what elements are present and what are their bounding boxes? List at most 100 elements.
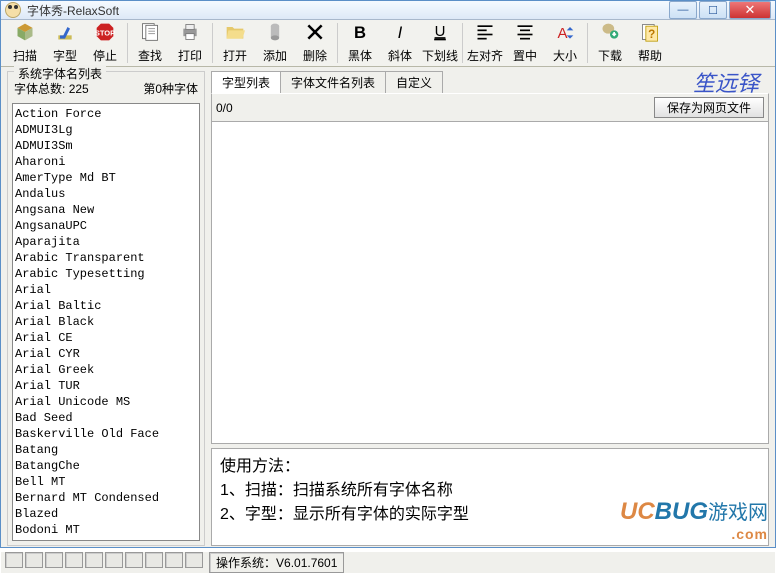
delete-button[interactable]: 删除 (295, 20, 335, 66)
status-well (125, 552, 143, 568)
toolbar-label: 大小 (553, 47, 577, 64)
font-list-item[interactable]: Bodoni MT (15, 522, 197, 538)
os-version-box: 操作系统：V6.01.7601 (209, 552, 344, 573)
font-list-item[interactable]: Arial Greek (15, 362, 197, 378)
font-total-label: 字体总数: 225 (14, 80, 89, 97)
italic-icon: I (390, 22, 410, 45)
toolbar-label: 帮助 (638, 47, 662, 64)
toolbar-label: 下载 (598, 47, 622, 64)
font-list-item[interactable]: Bernard MT Condensed (15, 490, 197, 506)
delete-icon (305, 22, 325, 45)
font-list-item[interactable]: Arabic Typesetting (15, 266, 197, 282)
status-well (5, 552, 23, 568)
underline-button[interactable]: U下划线 (420, 20, 460, 66)
status-well (25, 552, 43, 568)
toolbar-label: 左对齐 (467, 47, 503, 64)
font-list-item[interactable]: ADMUI3Sm (15, 138, 197, 154)
svg-text:U: U (435, 23, 446, 40)
font-list-item[interactable]: Arial Baltic (15, 298, 197, 314)
toolbar-label: 打开 (223, 47, 247, 64)
font-list-item[interactable]: Bad Seed (15, 410, 197, 426)
font-list-item[interactable]: Batang (15, 442, 197, 458)
status-well (65, 552, 83, 568)
tab-custom[interactable]: 自定义 (385, 71, 443, 93)
statusbar: 操作系统：V6.01.7601 (1, 552, 775, 573)
font-list-item[interactable]: Blazed (15, 506, 197, 522)
minimize-button[interactable]: — (669, 1, 697, 19)
sub-toolbar: 0/0 保存为网页文件 (211, 93, 769, 122)
toolbar-label: 查找 (138, 47, 162, 64)
open-icon (225, 22, 245, 45)
titlebar: 字体秀-RelaxSoft — ☐ ✕ (1, 1, 775, 20)
font-listbox[interactable]: Action ForceADMUI3LgADMUI3SmAharoniAmerT… (12, 103, 200, 541)
tabbar: 字型列表字体文件名列表自定义笙远铎 (211, 71, 769, 93)
toolbar-label: 停止 (93, 47, 117, 64)
font-list-item[interactable]: Arial Black (15, 314, 197, 330)
font-list-item[interactable]: Aparajita (15, 234, 197, 250)
fonttype-button[interactable]: 字型 (45, 20, 85, 66)
maximize-button[interactable]: ☐ (699, 1, 727, 19)
status-well (185, 552, 203, 568)
instructions-box: 使用方法： 1、扫描：扫描系统所有字体名称 2、字型：显示所有字体的实际字型 (211, 448, 769, 546)
status-well (105, 552, 123, 568)
size-button[interactable]: A 大小 (545, 20, 585, 66)
toolbar: 扫描字型STOP停止查找打印 打开添加删除B黑体I斜体U下划线左对齐置中 A 大小 下载… (1, 20, 775, 67)
font-list-item[interactable]: Arial TUR (15, 378, 197, 394)
status-well (85, 552, 103, 568)
toolbar-label: 打印 (178, 47, 202, 64)
font-list-item[interactable]: Andalus (15, 186, 197, 202)
underline-icon: U (430, 22, 450, 45)
toolbar-label: 黑体 (348, 47, 372, 64)
font-list-item[interactable]: AngsanaUPC (15, 218, 197, 234)
tab-fonttype-list[interactable]: 字型列表 (211, 71, 281, 93)
add-icon (265, 22, 285, 45)
add-button[interactable]: 添加 (255, 20, 295, 66)
status-well (45, 552, 63, 568)
toolbar-label: 置中 (513, 47, 537, 64)
font-list-item[interactable]: AmerType Md BT (15, 170, 197, 186)
help-button[interactable]: ? 帮助 (630, 20, 670, 66)
font-list-item[interactable]: Arabic Transparent (15, 250, 197, 266)
save-as-html-button[interactable]: 保存为网页文件 (654, 97, 764, 118)
font-list-item[interactable]: Arial (15, 282, 197, 298)
font-list-item[interactable]: Baskerville Old Face (15, 426, 197, 442)
close-button[interactable]: ✕ (729, 1, 771, 19)
font-list-item[interactable]: Bell MT (15, 474, 197, 490)
instructions-line1: 1、扫描：扫描系统所有字体名称 (220, 479, 760, 503)
scan-button[interactable]: 扫描 (5, 20, 45, 66)
fonttype-icon (55, 22, 75, 45)
alignl-icon (475, 22, 495, 45)
align-left-button[interactable]: 左对齐 (465, 20, 505, 66)
font-list-item[interactable]: Angsana New (15, 202, 197, 218)
window-title: 字体秀-RelaxSoft (27, 2, 669, 19)
font-list-item[interactable]: Aharoni (15, 154, 197, 170)
bold-button[interactable]: B黑体 (340, 20, 380, 66)
align-center-button[interactable]: 置中 (505, 20, 545, 66)
print-icon (180, 22, 200, 45)
preview-area[interactable] (211, 122, 769, 444)
svg-text:I: I (398, 23, 403, 42)
app-icon (5, 2, 21, 18)
stop-button[interactable]: STOP停止 (85, 20, 125, 66)
italic-button[interactable]: I斜体 (380, 20, 420, 66)
toolbar-label: 扫描 (13, 47, 37, 64)
tab-fontfile-list[interactable]: 字体文件名列表 (280, 71, 386, 93)
font-list-item[interactable]: Arial CE (15, 330, 197, 346)
size-icon: A (555, 22, 575, 45)
print-button[interactable]: 打印 (170, 20, 210, 66)
find-icon (140, 22, 160, 45)
help-icon: ? (640, 22, 660, 45)
instructions-title: 使用方法： (220, 455, 760, 479)
sidebar-legend: 系统字体名列表 (14, 65, 106, 82)
font-list-item[interactable]: Arial Unicode MS (15, 394, 197, 410)
sidebar-fieldset: 系统字体名列表 字体总数: 225 第0种字体 Action ForceADMU… (7, 71, 205, 546)
font-list-item[interactable]: Action Force (15, 106, 197, 122)
svg-text:A: A (557, 25, 567, 42)
download-button[interactable]: 下载 (590, 20, 630, 66)
font-list-item[interactable]: BatangChe (15, 458, 197, 474)
svg-text:?: ? (648, 28, 655, 41)
font-list-item[interactable]: ADMUI3Lg (15, 122, 197, 138)
open-button[interactable]: 打开 (215, 20, 255, 66)
find-button[interactable]: 查找 (130, 20, 170, 66)
font-list-item[interactable]: Arial CYR (15, 346, 197, 362)
